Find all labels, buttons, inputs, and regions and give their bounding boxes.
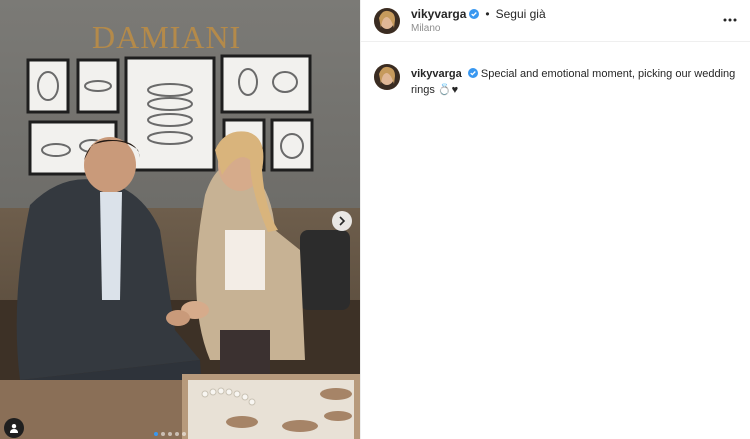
- carousel-dot-3: [168, 432, 172, 436]
- avatar-image: [374, 7, 400, 34]
- carousel-dot-4: [175, 432, 179, 436]
- user-tag-button[interactable]: [4, 418, 24, 438]
- carousel-indicator: [154, 432, 186, 436]
- post-header: vikyvarga • Segui già Milano: [361, 0, 750, 42]
- carousel-dot-1: [154, 432, 158, 436]
- post-caption: vikyvarga Special and emotional moment, …: [361, 42, 750, 98]
- post-media[interactable]: DAMIANI: [0, 0, 360, 439]
- user-tag-icon: [10, 424, 18, 433]
- more-options-button[interactable]: [722, 12, 738, 28]
- verified-badge-icon: [467, 68, 478, 78]
- carousel-dot-5: [182, 432, 186, 436]
- author-username[interactable]: vikyvarga: [411, 7, 466, 21]
- caption-username[interactable]: vikyvarga: [411, 68, 462, 80]
- verified-badge-icon: [469, 9, 480, 19]
- author-info: vikyvarga • Segui già Milano: [411, 7, 546, 34]
- following-button[interactable]: Segui già: [496, 7, 546, 21]
- header-separator: •: [485, 7, 490, 21]
- caption-body: vikyvarga Special and emotional moment, …: [411, 66, 737, 98]
- carousel-dot-2: [161, 432, 165, 436]
- post-photo: DAMIANI: [0, 0, 360, 439]
- avatar-image: [374, 64, 400, 90]
- instagram-post: DAMIANI vikyvarga • Segui già Milano vik…: [0, 0, 750, 439]
- post-sidebar: vikyvarga • Segui già Milano vikyvarga S…: [360, 0, 750, 439]
- carousel-next-button[interactable]: [332, 211, 352, 231]
- chevron-right-icon: [339, 216, 346, 226]
- more-horizontal-icon: [723, 18, 737, 22]
- author-avatar[interactable]: [374, 7, 400, 34]
- author-line: vikyvarga • Segui già: [411, 7, 546, 21]
- brand-sign: DAMIANI: [92, 19, 241, 55]
- post-location[interactable]: Milano: [411, 23, 546, 34]
- caption-avatar[interactable]: [374, 64, 400, 90]
